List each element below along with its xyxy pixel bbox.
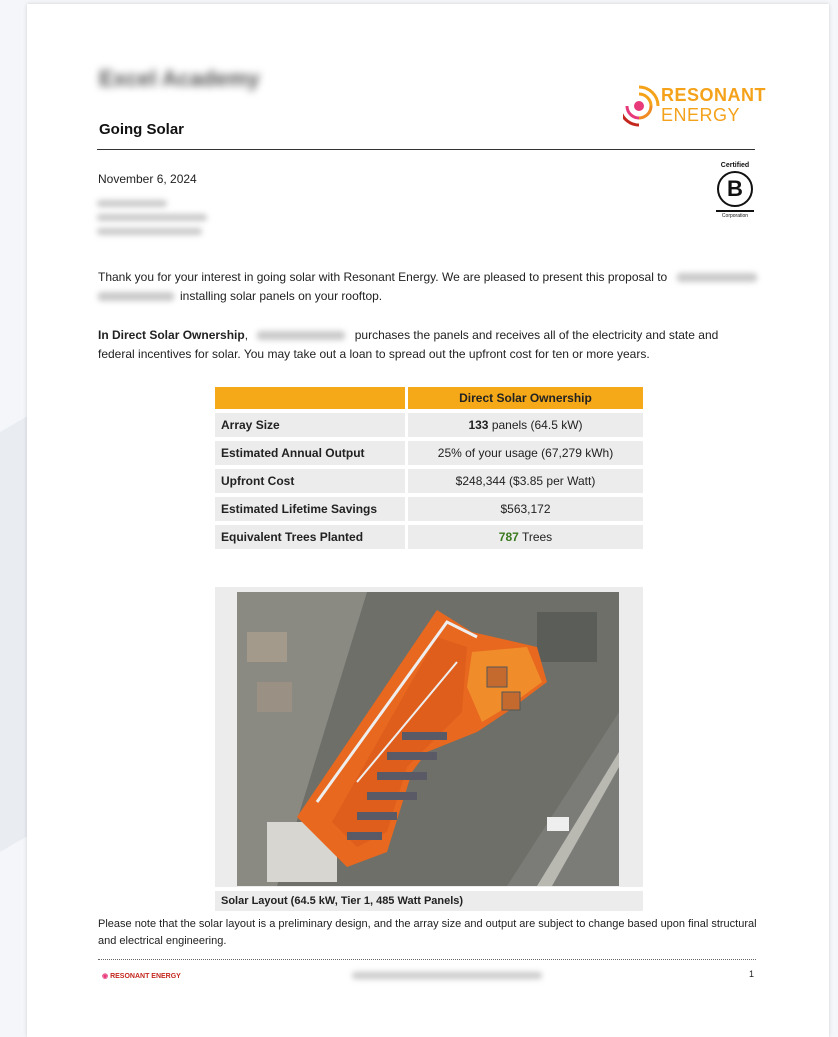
document-subtitle: Going Solar [99, 121, 185, 138]
proposal-page: Excel Academy Going Solar RESONANT ENERG… [27, 4, 829, 1037]
logo-text-resonant: RESONANT [661, 85, 767, 105]
row-value: 25% of your usage (67,279 kWh) [408, 441, 643, 465]
redacted-name [676, 273, 757, 283]
row-value: 133 panels (64.5 kW) [408, 413, 643, 437]
row-label: Equivalent Trees Planted [215, 525, 408, 549]
footer-logo-icon: ◉ [102, 973, 109, 980]
table-header-row: Direct Solar Ownership [215, 387, 643, 409]
bcorp-corporation-label: Corporation [721, 213, 749, 219]
table-row: Array Size 133 panels (64.5 kW) [215, 413, 643, 437]
bcorp-underline [716, 210, 754, 212]
table-row: Estimated Lifetime Savings $563,172 [215, 497, 643, 521]
logo-text-energy: ENERGY [661, 105, 741, 125]
intro-paragraph: Thank you for your interest in going sol… [98, 268, 758, 306]
intro-text-a: Thank you for your interest in going sol… [98, 270, 668, 284]
figure-caption: Solar Layout (64.5 kW, Tier 1, 485 Watt … [215, 891, 643, 911]
letter-date: November 6, 2024 [98, 172, 197, 186]
bcorp-certified-label: Certified [720, 162, 750, 169]
page-number: 1 [749, 969, 755, 979]
recipient-address-redacted [97, 200, 207, 242]
preliminary-design-note: Please note that the solar layout is a p… [98, 918, 757, 947]
row-value: $248,344 ($3.85 per Watt) [408, 469, 643, 493]
organization-name: Excel Academy [99, 66, 260, 91]
bcorp-badge: Certified B Corporation [710, 162, 760, 219]
table-row: Equivalent Trees Planted 787 Trees [215, 525, 643, 549]
redacted-name-2 [98, 292, 174, 302]
footer-logo: ◉ RESONANT ENERGY [102, 972, 181, 980]
row-label: Array Size [215, 413, 408, 437]
row-value: $563,172 [408, 497, 643, 521]
table-header-blank [215, 387, 408, 409]
redacted-school [257, 331, 346, 341]
solar-layout-figure [215, 587, 643, 887]
table-row: Estimated Annual Output 25% of your usag… [215, 441, 643, 465]
ownership-paragraph: In Direct Solar Ownership, purchases the… [98, 326, 758, 364]
aerial-rooftop-image [237, 592, 619, 886]
table-header-ownership: Direct Solar Ownership [408, 387, 643, 409]
footer-divider [98, 959, 756, 960]
ownership-comma: , [244, 328, 249, 342]
footer-logo-text: RESONANT ENERGY [110, 973, 181, 980]
row-label: Estimated Lifetime Savings [215, 497, 408, 521]
ownership-bold-text: In Direct Solar Ownership [98, 328, 245, 342]
table-row: Upfront Cost $248,344 ($3.85 per Watt) [215, 469, 643, 493]
bcorp-b-icon: B [717, 171, 753, 207]
intro-text-b: installing solar panels on your rooftop. [180, 289, 383, 303]
proposal-summary-table: Direct Solar Ownership Array Size 133 pa… [215, 383, 643, 553]
row-label: Upfront Cost [215, 469, 408, 493]
row-value: 787 Trees [408, 525, 643, 549]
row-label: Estimated Annual Output [215, 441, 408, 465]
footer-contact-redacted [352, 972, 542, 979]
header-divider [97, 149, 755, 150]
